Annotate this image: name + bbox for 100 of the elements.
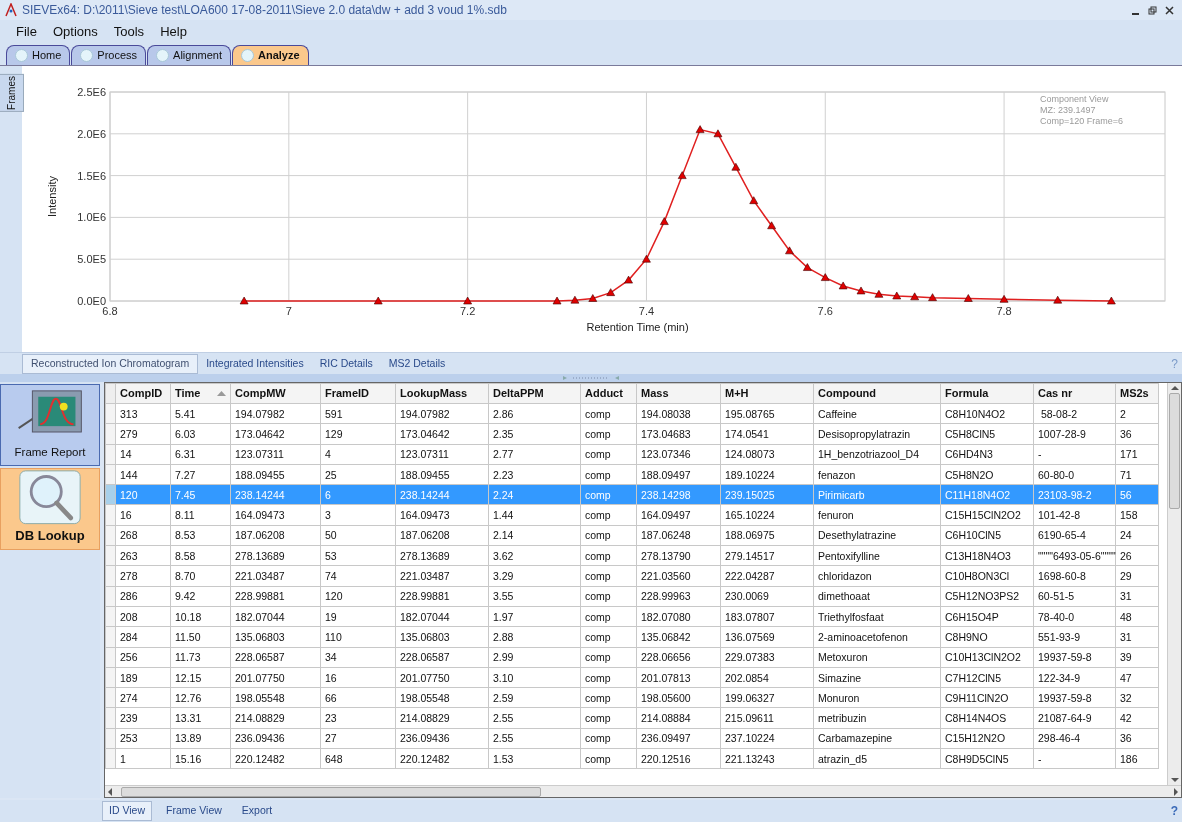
column-header[interactable]: Compound	[813, 383, 941, 404]
table-cell: 187.06208	[230, 525, 321, 546]
frames-side-tab[interactable]: Frames	[0, 74, 24, 112]
table-cell: 228.06656	[636, 647, 721, 668]
table-row[interactable]: 263 8.58 278.13689 53 278.13689 3.62 comp 278.13790 279.14517 Pentoxifylline C13H18N4O3 """"6493-05-6"""" 26	[105, 545, 1159, 566]
table-cell: 182.07044	[395, 606, 489, 627]
horizontal-scroll-thumb[interactable]	[121, 786, 541, 797]
table-cell: 11.73	[170, 647, 231, 668]
table-row[interactable]: 286 9.42 228.99881 120 228.99881 3.55 comp 228.99963 230.0069 dimethoaat C5H12NO3PS2 60-51-5 31	[105, 586, 1159, 607]
menu-item[interactable]: Options	[44, 22, 106, 42]
table-row[interactable]: 144 7.27 188.09455 25 188.09455 2.23 comp 188.09497 189.10224 fenazon C5H8N2O 60-80-0 71	[105, 464, 1159, 485]
table-cell: 14	[115, 444, 171, 465]
column-header[interactable]: M+H	[720, 383, 814, 404]
table-cell: 201.07813	[636, 667, 721, 688]
table-row[interactable]: 256 11.73 228.06587 34 228.06587 2.99 comp 228.06656 229.07383 Metoxuron C10H13ClN2O2 19937-59-8 39	[105, 647, 1159, 668]
table-row[interactable]: 274 12.76 198.05548 66 198.05548 2.59 comp 198.05600 199.06327 Monuron C9H11ClN2O 19937-59-8 32	[105, 687, 1159, 708]
table-cell: C8H9D5ClN5	[940, 748, 1034, 769]
view-tab[interactable]: Frame View	[160, 801, 228, 821]
column-header[interactable]: Cas nr	[1033, 383, 1116, 404]
chart-tab[interactable]: MS2 Details	[380, 354, 454, 374]
column-header[interactable]: Adduct	[580, 383, 637, 404]
restore-icon[interactable]	[1148, 5, 1157, 15]
tab[interactable]: Analyze	[232, 45, 309, 65]
table-cell: 42	[1115, 707, 1159, 729]
table-cell: 188.06975	[720, 525, 814, 546]
help-link[interactable]: ?	[1170, 802, 1182, 820]
chart-tab[interactable]: Integrated Intensities	[198, 354, 312, 374]
table-cell: 7.27	[170, 464, 231, 485]
vertical-scroll-thumb[interactable]	[1169, 393, 1180, 509]
tab[interactable]: Process	[71, 45, 147, 65]
menu-item[interactable]: Help	[152, 22, 195, 42]
table-cell: 123.07346	[636, 444, 721, 465]
table-cell: 187.06248	[636, 525, 721, 546]
table-row[interactable]: 14 6.31 123.07311 4 123.07311 2.77 comp 123.07346 124.08073 1H_benzotriazool_D4 C6HD4N3 - 171	[105, 444, 1159, 465]
tab-bullet-icon	[156, 49, 170, 62]
chart-tab[interactable]: RIC Details	[311, 354, 381, 374]
table-cell: 16	[320, 667, 396, 688]
table-cell: -	[1033, 748, 1116, 769]
table-cell: comp	[580, 647, 637, 668]
table-cell: 268	[115, 525, 171, 546]
table-row[interactable]: 278 8.70 221.03487 74 221.03487 3.29 comp 221.03560 222.04287 chloridazon C10H8ON3Cl 1698-60-8 29	[105, 565, 1159, 587]
scroll-down-icon[interactable]	[1170, 775, 1179, 785]
tab[interactable]: Home	[6, 45, 71, 65]
table-row[interactable]: 313 5.41 194.07982 591 194.07982 2.86 comp 194.08038 195.08765 Caffeine C8H10N4O2 58-08-2 2	[105, 403, 1159, 424]
table-cell: 195.08765	[720, 403, 814, 424]
data-point-marker	[928, 293, 937, 301]
table-row[interactable]: 16 8.11 164.09473 3 164.09473 1.44 comp 164.09497 165.10224 fenuron C15H15ClN2O2 101-42-8 158	[105, 505, 1159, 526]
table-cell: 214.08829	[230, 707, 321, 729]
table-cell: 135.06803	[395, 626, 489, 648]
table-cell: Caffeine	[813, 403, 941, 424]
column-header[interactable]: DeltaPPM	[488, 383, 581, 404]
column-header[interactable]: FrameID	[320, 383, 396, 404]
data-point-marker	[713, 129, 723, 138]
column-header[interactable]: Time	[170, 383, 231, 404]
table-cell: comp	[580, 748, 637, 769]
table-cell: 2.55	[488, 728, 581, 749]
data-point-marker	[856, 286, 866, 295]
table-cell: 221.03487	[395, 565, 489, 587]
table-row[interactable]: 208 10.18 182.07044 19 182.07044 1.97 comp 182.07080 183.07807 Triethylfosfaat C6H15O4P 78-40-0 48	[105, 606, 1159, 627]
column-header[interactable]: MS2s	[1115, 383, 1159, 404]
menu-item[interactable]: Tools	[105, 22, 153, 42]
table-row[interactable]: 1 15.16 220.12482 648 220.12482 1.53 comp 220.12516 221.13243 atrazin_d5 C8H9D5ClN5 - 186	[105, 748, 1159, 769]
table-cell: 34	[320, 647, 396, 668]
column-header[interactable]: CompID	[115, 383, 171, 404]
table-cell: 298-46-4	[1033, 728, 1116, 749]
column-header[interactable]: Mass	[636, 383, 721, 404]
column-header[interactable]: Formula	[940, 383, 1034, 404]
column-header[interactable]: CompMW	[230, 383, 321, 404]
column-header[interactable]: LookupMass	[395, 383, 489, 404]
view-tab[interactable]: Export	[235, 801, 279, 821]
scroll-right-icon[interactable]	[1171, 787, 1181, 796]
table-row[interactable]: 189 12.15 201.07750 16 201.07750 3.10 comp 201.07813 202.0854 Simazine C7H12ClN5 122-34-9 47	[105, 667, 1159, 688]
table-cell: 188.09455	[230, 464, 321, 485]
data-point-marker	[820, 273, 830, 281]
side-nav-button[interactable]: Frame Report	[0, 384, 100, 466]
table-cell: 239.15025	[720, 484, 814, 505]
table-cell: 58-08-2	[1033, 403, 1116, 424]
chart-tab[interactable]: Reconstructed Ion Chromatogram	[22, 354, 199, 374]
table-row[interactable]: 284 11.50 135.06803 110 135.06803 2.88 comp 135.06842 136.07569 2-aminoacetofenon C8H9NO 551-93-9 31	[105, 626, 1159, 648]
table-cell: 6190-65-4	[1033, 525, 1116, 546]
side-nav-button[interactable]: DB Lookup	[0, 468, 100, 550]
table-row[interactable]: 279 6.03 173.04642 129 173.04642 2.35 comp 173.04683 174.0541 Desisopropylatrazin C5H8ClN5 1007-28-9 36	[105, 423, 1159, 445]
tab[interactable]: Alignment	[147, 45, 231, 65]
table-cell: Monuron	[813, 687, 941, 708]
table-row[interactable]: 239 13.31 214.08829 23 214.08829 2.55 comp 214.08884 215.09611 metribuzin C8H14N4OS 21087-64-9 42	[105, 707, 1159, 729]
table-cell: 2.59	[488, 687, 581, 708]
data-point-marker	[785, 246, 794, 255]
table-cell: C9H11ClN2O	[940, 687, 1034, 708]
table-cell: 101-42-8	[1033, 505, 1116, 526]
table-cell: 8.70	[170, 565, 231, 587]
table-cell: comp	[580, 484, 637, 505]
legend-text: Component View	[1040, 94, 1110, 105]
view-tab[interactable]: ID View	[102, 801, 152, 821]
menu-item[interactable]: File	[8, 22, 45, 42]
close-icon[interactable]	[1165, 5, 1174, 15]
table-cell: comp	[580, 667, 637, 688]
scroll-up-icon[interactable]	[1170, 383, 1179, 393]
table-row[interactable]: 268 8.53 187.06208 50 187.06208 2.14 comp 187.06248 188.06975 Desethylatrazine C6H10ClN5 6190-65-4 24	[105, 525, 1159, 546]
table-row[interactable]: 253 13.89 236.09436 27 236.09436 2.55 comp 236.09497 237.10224 Carbamazepine C15H12N2O 298-46-4 36	[105, 728, 1159, 749]
splitter-grip-icon[interactable]	[561, 375, 621, 381]
